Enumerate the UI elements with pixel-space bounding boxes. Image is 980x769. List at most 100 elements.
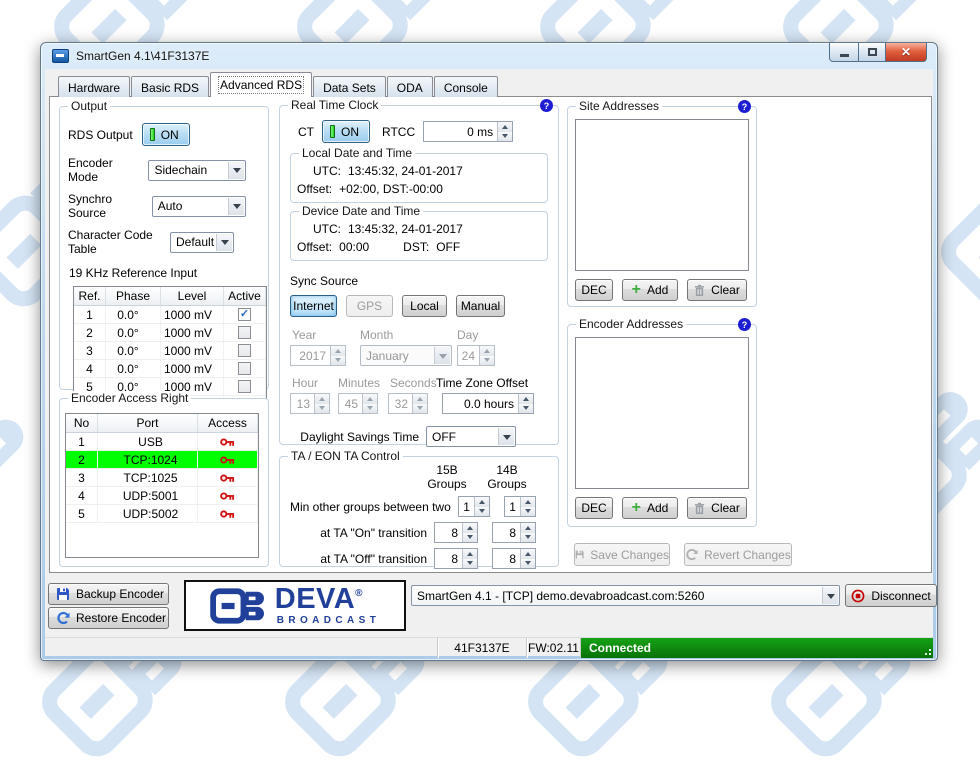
active-checkbox[interactable] — [238, 344, 251, 357]
ta-off-14b-stepper[interactable]: 8 — [492, 548, 536, 569]
access-row[interactable]: 2 TCP:1024 — [66, 451, 258, 469]
tab-data-sets[interactable]: Data Sets — [313, 76, 386, 97]
year-label: Year — [290, 328, 360, 342]
status-firmware: FW:02.11 — [527, 638, 581, 658]
reference-row[interactable]: 1 0.0° 1000 mV — [74, 306, 266, 324]
site-clear-button[interactable]: Clear — [687, 279, 747, 301]
tab-hardware[interactable]: Hardware — [58, 76, 130, 97]
character-code-table-select[interactable]: Default — [170, 232, 234, 253]
spinner-arrows[interactable] — [474, 497, 489, 516]
spinner-arrows[interactable] — [520, 523, 535, 542]
tab-advanced-rds[interactable]: Advanced RDS — [210, 72, 312, 97]
spinner-arrows — [362, 394, 377, 413]
app-window: SmartGen 4.1\41F3137E ✕ Hardware Basic R… — [40, 42, 938, 661]
rds-output-toggle[interactable]: ON — [142, 123, 190, 146]
disconnect-button[interactable]: Disconnect — [845, 584, 937, 607]
app-icon — [52, 49, 69, 63]
sync-manual-button[interactable]: Manual — [456, 295, 505, 317]
month-label: Month — [360, 328, 457, 342]
help-icon[interactable]: ? — [540, 99, 553, 112]
spinner-arrows[interactable] — [462, 549, 477, 568]
tab-basic-rds[interactable]: Basic RDS — [131, 76, 209, 97]
encoder-mode-select[interactable]: Sidechain — [148, 160, 246, 181]
synchro-source-label: Synchro Source — [68, 192, 147, 220]
site-dec-button[interactable]: DEC — [575, 279, 613, 301]
min-groups-14b-stepper[interactable]: 1 — [504, 496, 536, 517]
access-row[interactable]: 3 TCP:1025 — [66, 469, 258, 487]
col-access[interactable]: Access — [198, 414, 258, 432]
col-active[interactable]: Active — [224, 287, 266, 305]
active-checkbox[interactable] — [238, 326, 251, 339]
col-ref[interactable]: Ref. — [74, 287, 106, 305]
titlebar[interactable]: SmartGen 4.1\41F3137E ✕ — [41, 43, 937, 69]
access-row[interactable]: 5 UDP:5002 — [66, 505, 258, 523]
encoder-clear-button[interactable]: Clear — [687, 497, 747, 519]
help-icon[interactable]: ? — [738, 318, 751, 331]
spinner-arrows[interactable] — [520, 549, 535, 568]
encoder-addresses-group: Encoder Addresses ? DEC +Add Clear — [567, 324, 757, 527]
time-zone-offset-stepper[interactable]: 0.0 hours — [442, 393, 534, 414]
save-changes-button: Save Changes — [574, 543, 670, 566]
spinner-arrows[interactable] — [462, 523, 477, 542]
connection-select[interactable]: SmartGen 4.1 - [TCP] demo.devabroadcast.… — [411, 585, 840, 606]
daylight-savings-label: Daylight Savings Time — [300, 430, 419, 444]
daylight-savings-select[interactable]: OFF — [426, 426, 516, 447]
ta-on-14b-stepper[interactable]: 8 — [492, 522, 536, 543]
encoder-dec-button[interactable]: DEC — [575, 497, 613, 519]
access-row[interactable]: 1 USB — [66, 433, 258, 451]
chevron-down-icon[interactable] — [216, 234, 232, 251]
close-button[interactable]: ✕ — [886, 43, 927, 62]
status-empty-cell — [45, 638, 438, 658]
reference-row[interactable]: 3 0.0° 1000 mV — [74, 342, 266, 360]
reference-row[interactable]: 2 0.0° 1000 mV — [74, 324, 266, 342]
ta-off-15b-stepper[interactable]: 8 — [434, 548, 478, 569]
plus-icon: + — [632, 284, 641, 296]
rtcc-stepper[interactable]: 0 ms — [423, 121, 513, 142]
day-stepper: 24 — [457, 345, 495, 366]
access-rights-table[interactable]: No Port Access 1 USB 2 TCP:1024 — [65, 413, 259, 558]
local-date-time-label: Local Date and Time — [299, 146, 415, 160]
chevron-down-icon[interactable] — [228, 198, 244, 215]
local-date-time-box: Local Date and Time UTC: 13:45:32, 24-01… — [290, 153, 548, 203]
help-icon[interactable]: ? — [738, 100, 751, 113]
window-title: SmartGen 4.1\41F3137E — [76, 49, 209, 63]
reference-row[interactable]: 4 0.0° 1000 mV — [74, 360, 266, 378]
tab-oda[interactable]: ODA — [387, 76, 433, 97]
sync-internet-button[interactable]: Internet — [290, 295, 337, 317]
col-level[interactable]: Level — [161, 287, 224, 305]
active-checkbox[interactable] — [238, 362, 251, 375]
min-groups-15b-stepper[interactable]: 1 — [458, 496, 490, 517]
ct-label: CT — [298, 125, 314, 139]
spinner-arrows — [479, 346, 494, 365]
backup-encoder-button[interactable]: Backup Encoder — [48, 583, 169, 605]
encoder-add-button[interactable]: +Add — [622, 497, 678, 519]
col-no[interactable]: No — [66, 414, 98, 432]
spinner-arrows[interactable] — [520, 497, 535, 516]
sync-local-button[interactable]: Local — [402, 295, 447, 317]
synchro-source-select[interactable]: Auto — [152, 196, 246, 217]
col-phase[interactable]: Phase — [106, 287, 161, 305]
maximize-button[interactable] — [859, 43, 886, 62]
tab-console[interactable]: Console — [434, 76, 498, 97]
spinner-arrows[interactable] — [497, 122, 512, 141]
minimize-button[interactable] — [829, 43, 859, 62]
site-add-button[interactable]: +Add — [622, 279, 678, 301]
chevron-down-icon[interactable] — [498, 428, 514, 445]
save-icon — [575, 548, 584, 561]
active-checkbox[interactable] — [238, 380, 251, 393]
restore-encoder-button[interactable]: Restore Encoder — [48, 607, 169, 629]
access-row[interactable]: 4 UDP:5001 — [66, 487, 258, 505]
ct-toggle[interactable]: ON — [322, 120, 370, 143]
encoder-addresses-list[interactable] — [575, 337, 749, 489]
spinner-arrows[interactable] — [518, 394, 533, 413]
col-port[interactable]: Port — [98, 414, 198, 432]
active-checkbox[interactable] — [238, 308, 251, 321]
window-content: Hardware Basic RDS Advanced RDS Data Set… — [45, 69, 933, 656]
chevron-down-icon[interactable] — [228, 162, 244, 179]
site-addresses-list[interactable] — [575, 119, 749, 271]
hour-stepper: 13 — [290, 393, 330, 414]
hour-label: Hour — [290, 376, 338, 390]
resize-grip[interactable] — [929, 653, 931, 655]
ta-on-15b-stepper[interactable]: 8 — [434, 522, 478, 543]
chevron-down-icon[interactable] — [822, 587, 838, 604]
